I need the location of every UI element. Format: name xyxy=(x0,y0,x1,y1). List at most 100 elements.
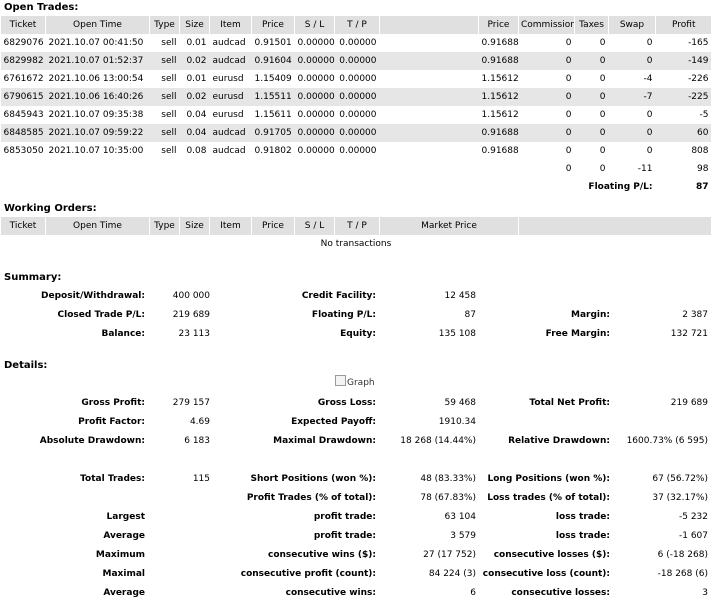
total-commission: 0 xyxy=(565,164,572,174)
details-label: Gross Profit: xyxy=(81,397,145,408)
trade-row: 6790615 2021.10.06 16:40:26 sell 0.02 eurusd… xyxy=(0,88,711,106)
column-header-price: Price xyxy=(251,217,295,235)
details-label xyxy=(213,450,379,469)
details-label: Total Trades: xyxy=(80,473,145,484)
details-label: consecutive losses ($): xyxy=(493,549,610,560)
details-label: profit trade: xyxy=(313,511,376,522)
details-value xyxy=(148,488,213,507)
trade-swap: -7 xyxy=(608,88,656,106)
trade-profit: -165 xyxy=(688,38,709,48)
trade-sl: 0.00000 xyxy=(294,124,335,142)
trade-size: 0.08 xyxy=(186,146,207,156)
trade-spacer xyxy=(379,52,479,70)
open-trades-header: Ticket Open Time Type Size Item Price S / LT /… xyxy=(0,16,711,34)
trade-open-time: 2021.10.06 13:00:54 xyxy=(48,74,144,84)
details-row: Gross Profit: 279 157 Gross Loss: 59 468 Tot… xyxy=(0,393,711,412)
details-label: Gross Loss: xyxy=(317,397,376,408)
working-orders-table: Ticket Open Time Type Size Item Price S / LT /… xyxy=(0,217,711,253)
details-value: 1600.73% (6 595) xyxy=(626,435,708,446)
trade-commission: 0 xyxy=(518,52,575,70)
trade-spacer xyxy=(380,142,479,160)
column-header-item: Item xyxy=(209,217,252,235)
trade-size: 0.04 xyxy=(186,110,207,120)
trade-swap: 0 xyxy=(608,124,656,142)
closed-trade-pl-label: Closed Trade P/L: xyxy=(57,309,145,320)
trade-current-price: 1.15612 xyxy=(478,88,519,106)
graph-alt-text: Graph xyxy=(347,378,375,388)
trade-commission: 0 xyxy=(518,88,575,106)
details-value xyxy=(148,583,213,602)
margin-value: 2 387 xyxy=(682,309,708,320)
working-orders-header: Ticket Open Time Type Size Item Price S / LT /… xyxy=(0,217,711,235)
broken-image-icon xyxy=(335,375,346,386)
balance-value: 23 113 xyxy=(178,328,211,339)
open-trades-title: Open Trades: xyxy=(4,2,79,13)
deposit-label: Deposit/Withdrawal: xyxy=(41,290,145,301)
trade-spacer xyxy=(380,34,479,52)
trade-size: 0.02 xyxy=(179,52,210,70)
total-swap: -11 xyxy=(637,164,653,174)
details-value xyxy=(148,526,213,545)
details-label: Maximum xyxy=(95,549,145,560)
details-label: Loss trades (% of total): xyxy=(487,492,610,503)
details-row: Total Trades: 115 Short Positions (won %):… xyxy=(0,469,711,488)
trade-row: 6829982 2021.10.07 01:52:37 sell 0.02 audcad… xyxy=(0,52,711,70)
trade-commission: 0 xyxy=(565,146,572,156)
trade-ticket: 6829076 xyxy=(3,38,44,48)
trade-row: 6848585 2021.10.07 09:59:22 sell 0.04 audcad… xyxy=(0,124,711,142)
trade-profit: -149 xyxy=(655,52,711,70)
trade-taxes: 0 xyxy=(599,110,606,120)
details-label xyxy=(0,450,148,469)
column-header-size: Size xyxy=(179,16,210,34)
trade-price: 0.91501 xyxy=(254,38,292,48)
trade-taxes: 0 xyxy=(599,146,606,156)
trade-row: 6845943 2021.10.07 09:35:38 sell 0.04 eurusd… xyxy=(1,106,711,124)
balance-label: Balance: xyxy=(101,328,145,339)
trade-taxes: 0 xyxy=(574,88,609,106)
trade-row: 6829076 2021.10.07 00:41:50 sell 0.01 audcad… xyxy=(1,34,711,52)
trade-sl: 0.00000 xyxy=(294,88,335,106)
trade-swap: 0 xyxy=(646,110,653,120)
details-label: Expected Payoff: xyxy=(291,416,376,427)
equity-value: 135 108 xyxy=(438,328,476,339)
trade-item: audcad xyxy=(209,52,252,70)
trade-row: 6853050 2021.10.07 10:35:00 sell 0.08 audcad… xyxy=(1,142,711,160)
column-header-item: Item xyxy=(209,16,252,34)
column-header-type: Type xyxy=(149,217,180,235)
details-value: 37 (32.17%) xyxy=(652,492,708,503)
details-label: consecutive wins ($): xyxy=(267,549,376,560)
trade-item: eurusd xyxy=(212,110,244,120)
trade-price: 0.91705 xyxy=(251,124,295,142)
details-row: Maximal consecutive profit (count): 84 224… xyxy=(0,564,711,583)
summary-row: Closed Trade P/L: 219 689 Floating P/L: … xyxy=(0,305,711,324)
trade-open-time: 2021.10.07 09:35:38 xyxy=(48,110,144,120)
column-header-ticket: Ticket xyxy=(0,217,46,235)
details-value: -5 232 xyxy=(678,511,708,522)
trade-sl: 0.00000 xyxy=(297,110,335,120)
details-value xyxy=(613,412,711,431)
margin-label: Margin: xyxy=(570,309,610,320)
details-label: consecutive profit (count): xyxy=(240,568,376,579)
total-profit: 98 xyxy=(697,164,709,174)
column-header-size: Size xyxy=(179,217,210,235)
details-value xyxy=(613,450,711,469)
trade-open-time: 2021.10.07 01:52:37 xyxy=(45,52,150,70)
trade-commission: 0 xyxy=(518,124,575,142)
trade-type: sell xyxy=(149,52,180,70)
trade-ticket: 6790615 xyxy=(0,88,46,106)
details-label: Average xyxy=(103,587,145,598)
trade-profit: 808 xyxy=(691,146,709,156)
column-header-t-p: T / P xyxy=(334,16,380,34)
column-header-open-time: Open Time xyxy=(45,16,150,34)
trade-sl: 0.00000 xyxy=(294,52,335,70)
details-label: Largest xyxy=(106,511,145,522)
trade-size: 0.04 xyxy=(179,124,210,142)
trade-sl: 0.00000 xyxy=(297,146,335,156)
trade-price: 1.15611 xyxy=(254,110,292,120)
details-label xyxy=(479,450,613,469)
details-row: Average consecutive wins: 6 consecutive los… xyxy=(0,583,711,602)
details-value: 3 579 xyxy=(450,530,476,541)
summary-row: Balance: 23 113 Equity: 135 108 Free Mar… xyxy=(0,324,711,343)
column-header-price: Price xyxy=(251,16,295,34)
details-value xyxy=(148,507,213,526)
